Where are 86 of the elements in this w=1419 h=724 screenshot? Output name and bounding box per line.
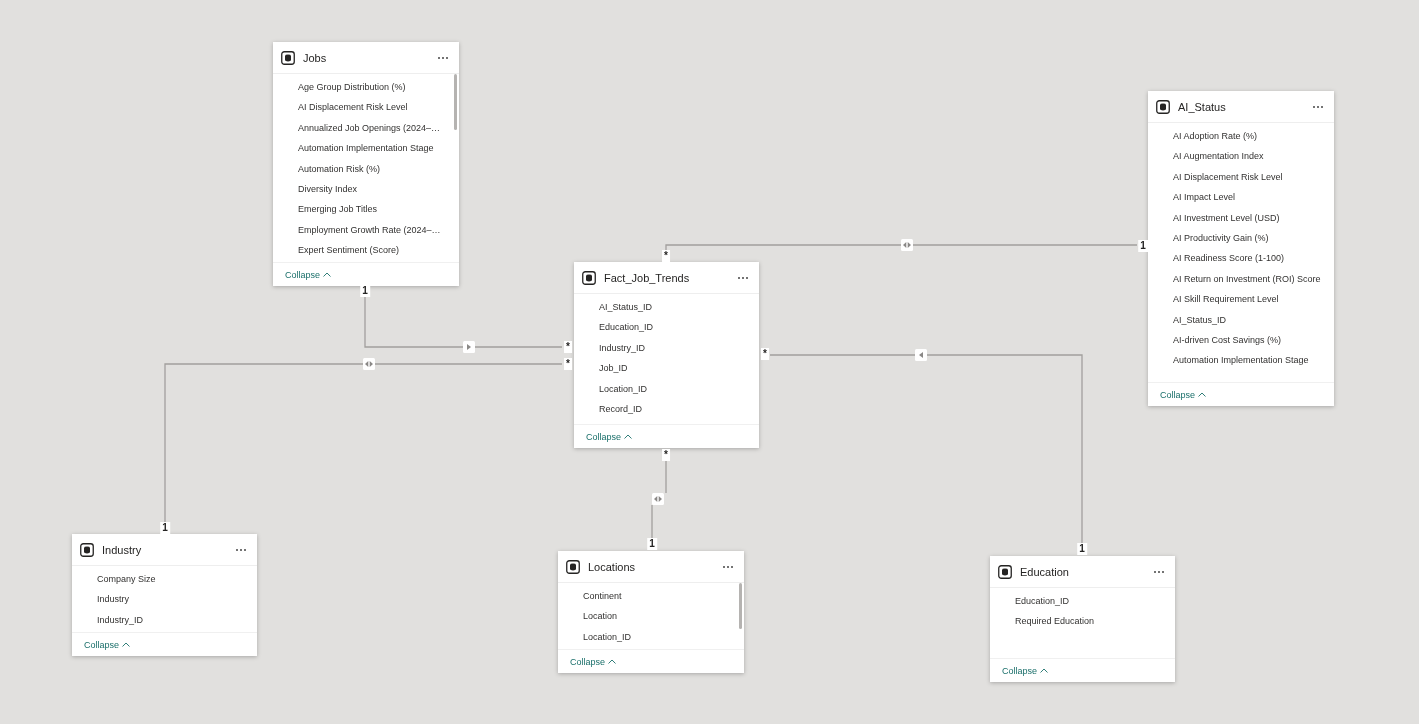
field-name[interactable]: Diversity Index — [273, 178, 459, 200]
more-options-icon[interactable] — [235, 547, 247, 552]
caret-icon — [1040, 668, 1049, 673]
field-name[interactable]: Age Group Distribution (%) — [273, 77, 459, 98]
table-title: AI_Status — [1178, 100, 1227, 113]
field-name[interactable]: Automation Risk (%) — [273, 158, 459, 179]
field-name[interactable]: AI-driven Cost Savings (%) — [1148, 329, 1334, 351]
relationship-line[interactable] — [926, 354, 1083, 544]
collapse-link[interactable]: Collapse — [1160, 389, 1207, 400]
scrollbar[interactable] — [739, 583, 742, 629]
field-name[interactable]: AI Augmentation Index — [1148, 146, 1334, 167]
field-name[interactable]: Industry_ID — [72, 609, 257, 631]
table-title: Industry — [102, 543, 143, 556]
database-icon — [1156, 99, 1170, 114]
field-name[interactable]: AI Impact Level — [1148, 187, 1334, 208]
collapse-link[interactable]: Collapse — [84, 639, 131, 650]
field-name[interactable]: AI Investment Level (USD) — [1148, 207, 1334, 228]
relationship-line[interactable] — [651, 504, 653, 539]
field-name[interactable]: Industry_ID — [574, 337, 759, 359]
relationship-line[interactable] — [364, 296, 464, 348]
field-name[interactable]: Annualized Job Openings (2024–… — [273, 117, 459, 139]
field-name[interactable]: Location_ID — [558, 626, 744, 648]
relationship-line[interactable] — [665, 460, 667, 494]
field-name[interactable]: Location — [558, 606, 744, 627]
cardinality-label: 1 — [647, 538, 657, 550]
field-name[interactable]: Automation Implementation Stage — [273, 138, 459, 159]
relationship-line[interactable] — [665, 244, 902, 252]
caret-icon — [1198, 392, 1207, 397]
database-icon — [80, 542, 94, 557]
field-name[interactable]: Emerging Job Titles — [273, 199, 459, 220]
field-name[interactable]: Expert Sentiment (Score) — [273, 240, 459, 261]
both-directions-icon[interactable] — [901, 239, 913, 251]
database-icon — [566, 559, 580, 574]
collapse-link[interactable]: Collapse — [570, 656, 617, 667]
field-name[interactable]: Continent — [558, 586, 744, 607]
caret-icon — [323, 272, 332, 277]
field-name[interactable]: Industry — [72, 589, 257, 610]
field-name[interactable]: AI Return on Investment (ROI) Score — [1148, 268, 1334, 290]
more-options-icon[interactable] — [737, 275, 749, 280]
table-title: Locations — [588, 560, 637, 573]
table-title: Education — [1020, 565, 1070, 578]
field-name[interactable]: AI Displacement Risk Level — [1148, 166, 1334, 188]
cardinality-label: * — [662, 449, 670, 461]
field-name[interactable]: Automation Implementation Stage — [1148, 350, 1334, 371]
both-directions-icon[interactable] — [363, 358, 375, 370]
field-name[interactable]: AI Productivity Gain (%) — [1148, 227, 1334, 249]
both-directions-icon[interactable] — [652, 493, 664, 505]
database-icon — [582, 270, 596, 285]
cardinality-label: * — [564, 358, 572, 370]
more-options-icon[interactable] — [1312, 104, 1324, 109]
field-name[interactable]: Record_ID — [574, 398, 759, 420]
table-title: Fact_Job_Trends — [604, 271, 691, 284]
field-name[interactable]: Education_ID — [574, 317, 759, 338]
cardinality-label: 1 — [160, 522, 170, 534]
caret-icon — [624, 434, 633, 439]
relationship-line[interactable] — [164, 363, 364, 523]
collapse-link[interactable]: Collapse — [1002, 665, 1049, 676]
more-options-icon[interactable] — [722, 564, 734, 569]
field-name[interactable]: Education_ID — [990, 591, 1175, 612]
caret-icon — [608, 659, 617, 664]
field-name[interactable]: AI_Status_ID — [1148, 309, 1334, 330]
database-icon — [998, 564, 1012, 579]
field-name[interactable]: AI Readiness Score (1-100) — [1148, 248, 1334, 269]
database-icon — [281, 50, 295, 65]
cardinality-label: 1 — [1077, 543, 1087, 555]
field-name[interactable]: Job_ID — [574, 358, 759, 379]
cardinality-label: * — [564, 341, 572, 353]
field-name[interactable]: Company Size — [72, 569, 257, 590]
field-name[interactable]: AI Skill Requirement Level — [1148, 289, 1334, 310]
collapse-link[interactable]: Collapse — [285, 269, 332, 280]
cardinality-label: 1 — [1138, 240, 1148, 252]
table-title: Jobs — [303, 51, 328, 64]
more-options-icon[interactable] — [1153, 569, 1165, 574]
cardinality-label: * — [761, 348, 769, 360]
field-name[interactable]: AI Displacement Risk Level — [273, 97, 459, 118]
scrollbar[interactable] — [454, 74, 457, 130]
more-options-icon[interactable] — [437, 55, 449, 60]
cardinality-label: * — [662, 250, 670, 262]
field-name[interactable]: Location_ID — [574, 378, 759, 399]
cardinality-label: 1 — [360, 285, 370, 297]
field-name[interactable]: AI Adoption Rate (%) — [1148, 126, 1334, 147]
collapse-link[interactable]: Collapse — [586, 431, 633, 442]
field-name[interactable]: AI_Status_ID — [574, 297, 759, 318]
caret-icon — [122, 642, 131, 647]
field-name[interactable]: Required Education — [990, 611, 1175, 632]
field-name[interactable]: Employment Growth Rate (2024–… — [273, 219, 459, 241]
